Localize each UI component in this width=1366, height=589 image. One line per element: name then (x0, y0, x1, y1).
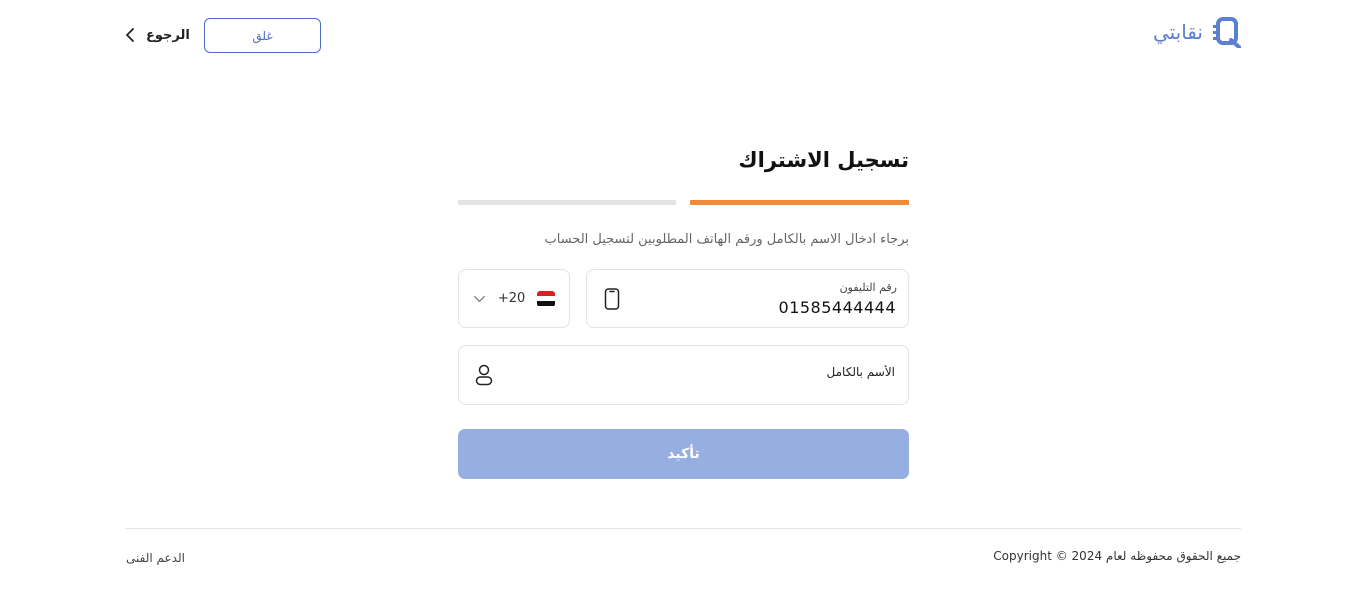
logo[interactable]: نقابتي (1153, 16, 1241, 48)
chevron-left-icon (126, 28, 134, 42)
confirm-button[interactable]: تأكيد (458, 429, 909, 479)
step-indicator-inactive (458, 200, 676, 205)
footer-divider (125, 528, 1241, 529)
logo-icon (1213, 17, 1241, 48)
chevron-down-icon (474, 295, 485, 302)
page-title: تسجيل الاشتراك (738, 148, 909, 172)
full-name-field[interactable] (458, 345, 909, 405)
egypt-flag-icon (537, 290, 555, 307)
phone-field[interactable]: رقم التليفون (586, 269, 909, 328)
form-instructions: برجاء ادخال الاسم بالكامل ورقم الهاتف ال… (544, 232, 910, 247)
full-name-input[interactable] (515, 365, 895, 379)
dial-code: +20 (497, 291, 526, 306)
user-icon (475, 364, 493, 386)
copyright-text: جميع الحقوق محفوظه لعام 2024 © Copyright (993, 549, 1241, 563)
back-label: الرجوع (146, 27, 190, 43)
phone-input[interactable] (676, 298, 896, 317)
country-code-select[interactable]: +20 (458, 269, 570, 328)
close-button[interactable]: غلق (204, 18, 321, 53)
step-indicator-active (690, 200, 909, 205)
support-link[interactable]: الدعم الفنى (126, 551, 185, 565)
logo-text: نقابتي (1152, 20, 1203, 44)
phone-label: رقم التليفون (839, 281, 897, 294)
back-link[interactable]: الرجوع (124, 27, 190, 43)
mobile-phone-icon (604, 288, 620, 310)
